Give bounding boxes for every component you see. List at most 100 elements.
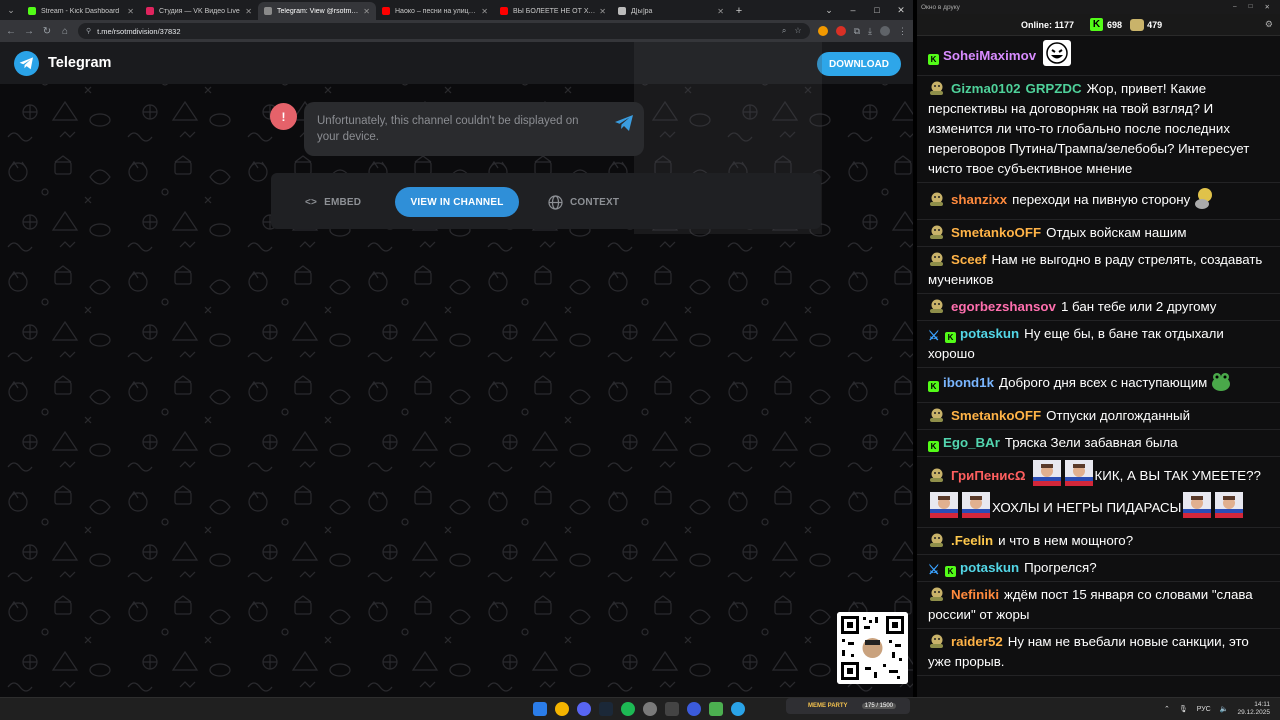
telegram-logo-icon[interactable] — [14, 50, 39, 76]
clock-time: 14:11 — [1254, 701, 1270, 708]
kick-badge-icon: K — [945, 566, 956, 577]
coin-avatar-icon — [1130, 18, 1145, 31]
kick-badge-icon: K — [928, 441, 939, 452]
bookmark-star-icon[interactable]: ☆ — [794, 26, 801, 36]
speaker-icon[interactable]: 🔈 — [1220, 705, 1229, 713]
embed-button[interactable]: <> EMBED — [305, 187, 361, 217]
menu-dots-icon[interactable]: ⋮ — [898, 26, 907, 37]
chat-username[interactable]: ibond1k — [943, 375, 994, 390]
chat-message: Kibond1k Доброго дня всех с наступающим — [917, 368, 1280, 403]
tab-close-icon[interactable]: ✕ — [717, 7, 724, 16]
settings-gear-icon[interactable]: ⚙ — [1265, 19, 1273, 30]
extension-icon[interactable] — [835, 26, 846, 36]
error-icon: ! — [270, 103, 297, 130]
user-avatar-icon — [928, 252, 945, 266]
chat-message-list[interactable]: K SoheiMaximov Gizma0102 GRPZDC Жор, привет!… — [917, 37, 1280, 676]
globe-icon — [548, 194, 563, 210]
telegram-brand[interactable]: Telegram — [48, 55, 111, 71]
download-button[interactable]: DOWNLOAD — [817, 52, 901, 76]
zoom-icon[interactable]: ⌕ — [782, 26, 786, 36]
tab-label: Telegram: View @rsotmdivision — [277, 7, 359, 15]
chat-message-text: Доброго дня всех с наступающим — [998, 375, 1208, 390]
chat-message-text: и что в нем мощного? — [998, 533, 1134, 548]
chat-username[interactable]: potaskun — [960, 560, 1019, 575]
browser-tab[interactable]: Telegram: View @rsotmdivision ✕ — [258, 2, 376, 20]
chat-username[interactable]: SmetankoOFF — [951, 225, 1041, 240]
app-icon[interactable] — [643, 702, 657, 716]
maximize-button[interactable]: □ — [865, 0, 889, 20]
tab-close-icon[interactable]: ✕ — [245, 7, 252, 16]
close-window-button[interactable]: ✕ — [889, 0, 913, 20]
chat-username[interactable]: SoheiMaximov — [943, 48, 1036, 63]
browser-tab[interactable]: ВЫ БОЛЕЕТЕ НЕ ОТ ХОЛОДА ✕ — [494, 2, 612, 20]
chat-username[interactable]: raider52 — [951, 634, 1003, 649]
tab-close-icon[interactable]: ✕ — [127, 7, 134, 16]
browser-tab[interactable]: Д[ы]ра ✕ — [612, 2, 730, 20]
download-icon[interactable]: ⤓ — [868, 26, 872, 37]
coins-counter: 479 — [1130, 18, 1162, 31]
app-icon[interactable] — [665, 702, 679, 716]
address-bar[interactable]: ⚲ t.me/rsotmdivision/37832 ⌕ ☆ — [78, 23, 810, 39]
microphone-icon[interactable]: 🎙 — [1179, 705, 1188, 713]
share-send-icon[interactable] — [614, 114, 634, 132]
spotify-icon[interactable] — [621, 702, 635, 716]
profile-avatar[interactable] — [880, 26, 890, 36]
chat-username[interactable]: shanzixx — [951, 192, 1007, 207]
back-icon[interactable]: ← — [6, 26, 16, 37]
chat-username[interactable]: SmetankoOFF — [951, 408, 1041, 423]
app-icon[interactable] — [709, 702, 723, 716]
chat-username[interactable]: .Feelin — [951, 533, 993, 548]
puzzle-extensions-icon[interactable]: ⧉ — [854, 26, 860, 37]
tray-chevron-icon[interactable]: ⌃ — [1164, 705, 1170, 713]
online-counter: Online: 1177 — [1021, 20, 1074, 30]
clock[interactable]: 14:11 29.12.2025 — [1237, 701, 1270, 717]
view-in-channel-button[interactable]: VIEW IN CHANNEL — [395, 187, 519, 217]
chat-message: .Feelin и что в нем мощного? — [917, 528, 1280, 555]
user-avatar-icon — [928, 299, 945, 313]
new-tab-button[interactable]: + — [730, 2, 748, 20]
discord-icon[interactable] — [577, 702, 591, 716]
user-avatar-icon — [928, 225, 945, 239]
chrome-icon[interactable] — [555, 702, 569, 716]
start-button-icon[interactable] — [533, 702, 547, 716]
tab-list-icon[interactable]: ⌄ — [817, 0, 841, 20]
reload-icon[interactable]: ↻ — [42, 26, 52, 37]
browser-tab[interactable]: Студия — VK Видео Live ✕ — [140, 2, 258, 20]
chat-message: shanzixx переходи на пивную сторону — [917, 183, 1280, 220]
language-indicator[interactable]: РУС — [1197, 706, 1211, 713]
frog-emote-icon — [1209, 371, 1233, 399]
chat-username[interactable]: Nefiniki — [951, 587, 999, 602]
site-info-icon[interactable]: ⚲ — [86, 27, 91, 35]
forward-icon[interactable]: → — [24, 26, 34, 37]
chat-username[interactable]: Sceef — [951, 252, 986, 267]
chat-username[interactable]: Ego_BAr — [943, 435, 1000, 450]
tab-favicon-icon — [500, 7, 508, 15]
maximize-button[interactable]: □ — [1249, 3, 1253, 11]
chat-username[interactable]: egorbezshansov — [951, 299, 1056, 314]
kick-viewers: K 698 — [1090, 18, 1122, 31]
app-icon[interactable] — [687, 702, 701, 716]
browser-tab[interactable]: Stream - Kick Dashboard ✕ — [22, 2, 140, 20]
chat-username[interactable]: Gizma0102 — [951, 81, 1020, 96]
steam-icon[interactable] — [599, 702, 613, 716]
close-window-button[interactable]: ✕ — [1265, 3, 1270, 11]
browser-tab[interactable]: Наоко – песни на улицах, арт✕ — [376, 2, 494, 20]
face-emote-icon — [1215, 492, 1244, 524]
telegram-taskbar-icon[interactable] — [731, 702, 745, 716]
kick-badge-icon: K — [945, 332, 956, 343]
chat-message: Gizma0102 GRPZDC Жор, привет! Какие перспе… — [917, 76, 1280, 183]
chat-username[interactable]: potaskun — [960, 326, 1019, 341]
minimize-button[interactable]: – — [1233, 3, 1237, 11]
post-actions: <> EMBED VIEW IN CHANNEL CONTEXT — [271, 173, 821, 229]
home-icon[interactable]: ⌂ — [60, 26, 70, 37]
tab-search-icon[interactable]: ⌄ — [0, 0, 22, 20]
user-avatar-icon — [928, 533, 945, 547]
tab-close-icon[interactable]: ✕ — [599, 7, 606, 16]
chat-username-secondary[interactable]: GRPZDC — [1025, 81, 1081, 96]
minimize-button[interactable]: – — [841, 0, 865, 20]
extension-icon[interactable] — [817, 26, 828, 36]
chat-username[interactable]: ГриПенисΩ — [951, 468, 1026, 483]
context-button[interactable]: CONTEXT — [548, 187, 619, 217]
tab-close-icon[interactable]: ✕ — [363, 7, 370, 16]
tab-close-icon[interactable]: ✕ — [481, 7, 488, 16]
